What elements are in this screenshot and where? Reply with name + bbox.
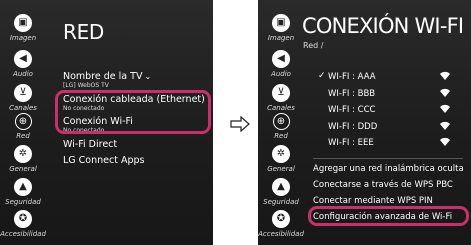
category-label: General (9, 165, 37, 173)
divider (313, 158, 463, 159)
gear-icon: ✲ (14, 145, 32, 163)
category-label: Red (274, 132, 288, 140)
add-hidden-network-button[interactable]: Agregar una red inalámbrica oculta (313, 164, 464, 174)
speaker-icon: ◀ (14, 50, 32, 68)
category-red[interactable]: ⊕ Red (0, 113, 46, 140)
highlight-frame (55, 90, 211, 134)
tv-name-label: Nombre de la TV (63, 71, 143, 82)
category-accesibilidad[interactable]: ✪ Accesibilidad (258, 210, 304, 238)
category-rail: ▣ Imagen ◀ Audio ⊻ Canales ⊕ Red ✲ Gener… (258, 0, 304, 245)
category-accesibilidad[interactable]: ✪ Accesibilidad (0, 210, 46, 238)
network-name: WI-FI : EEE (328, 138, 374, 148)
category-red[interactable]: ⊕ Red (258, 113, 304, 140)
menu-item-label: Wi-Fi Direct (63, 139, 118, 150)
network-name: WI-FI : CCC (328, 105, 376, 115)
wifi-signal-icon (440, 121, 450, 131)
category-label: General (267, 165, 295, 173)
network-name: WI-FI : AAA (328, 72, 376, 82)
category-label: Accesibilidad (258, 230, 304, 238)
category-canales[interactable]: ⊻ Canales (0, 84, 46, 112)
category-imagen[interactable]: ▣ Imagen (0, 14, 46, 42)
category-audio[interactable]: ◀ Audio (258, 50, 304, 78)
category-label: Canales (9, 104, 37, 112)
category-label: Imagen (267, 34, 295, 42)
wifi-signal-icon (440, 71, 450, 81)
wifi-signal-icon (440, 104, 450, 114)
menu-item-wifi-direct[interactable]: Wi-Fi Direct (63, 139, 117, 150)
settings-screen-wifi: ▣ Imagen ◀ Audio ⊻ Canales ⊕ Red ✲ Gener… (258, 0, 471, 245)
arrow-right-icon (230, 116, 250, 132)
category-label: Imagen (9, 34, 37, 42)
chevron-down-icon: ⌄ (144, 72, 152, 81)
check-icon: ✓ (318, 71, 326, 81)
lock-icon: ▲ (14, 178, 32, 196)
menu-item-lg-connect-apps[interactable]: LG Connect Apps (63, 155, 144, 166)
breadcrumb: Red / (303, 41, 324, 50)
network-icon: ⊕ (14, 113, 32, 130)
category-label: Audio (13, 70, 33, 78)
wps-pbc-button[interactable]: Conectarse a través de WPS PBC (313, 180, 453, 190)
network-item[interactable]: WI-FI : DDD (318, 121, 458, 135)
network-item[interactable]: WI-FI : BBB (318, 88, 458, 102)
highlight-frame (308, 206, 469, 226)
page-title: RED (63, 20, 105, 44)
category-label: Canales (267, 104, 295, 112)
picture-icon: ▣ (272, 14, 290, 32)
gear-icon: ✲ (272, 145, 290, 163)
wps-pin-button[interactable]: Conectar mediante WPS PIN (313, 196, 433, 206)
network-icon: ⊕ (272, 113, 290, 130)
antenna-icon: ⊻ (272, 84, 290, 102)
category-general[interactable]: ✲ General (0, 145, 46, 173)
picture-icon: ▣ (14, 14, 32, 32)
speaker-icon: ◀ (272, 50, 290, 68)
page-title: CONEXIÓN WI-FI (302, 14, 464, 38)
menu-item-label: Nombre de la TV ⌄ (63, 71, 151, 82)
category-label: Accesibilidad (0, 230, 46, 238)
menu-item-label: LG Connect Apps (63, 155, 145, 166)
category-canales[interactable]: ⊻ Canales (258, 84, 304, 112)
category-label: Red (16, 132, 30, 140)
category-label: Audio (271, 70, 291, 78)
category-seguridad[interactable]: ▲ Seguridad (0, 178, 46, 206)
wifi-signal-icon (440, 88, 450, 98)
wifi-signal-icon (440, 137, 450, 147)
category-rail: ▣ Imagen ◀ Audio ⊻ Canales ⊕ Red ✲ Gener… (0, 0, 46, 245)
category-imagen[interactable]: ▣ Imagen (258, 14, 304, 42)
category-general[interactable]: ✲ General (258, 145, 304, 173)
lock-icon: ▲ (272, 178, 290, 196)
accessibility-icon: ✪ (14, 210, 32, 228)
settings-screen-red: ▣ Imagen ◀ Audio ⊻ Canales ⊕ Red ✲ Gener… (0, 0, 213, 245)
network-item[interactable]: WI-FI : EEE (318, 137, 458, 151)
network-item[interactable]: WI-FI : CCC (318, 104, 458, 118)
category-label: Seguridad (263, 198, 299, 206)
category-label: Seguridad (5, 198, 41, 206)
network-name: WI-FI : BBB (328, 89, 376, 99)
menu-item-tv-name[interactable]: Nombre de la TV ⌄ [LG] WebOS TV (63, 71, 151, 89)
antenna-icon: ⊻ (14, 84, 32, 102)
network-item[interactable]: ✓ WI-FI : AAA (318, 71, 458, 85)
category-audio[interactable]: ◀ Audio (0, 50, 46, 78)
accessibility-icon: ✪ (272, 210, 290, 228)
network-name: WI-FI : DDD (328, 122, 378, 132)
menu-item-sub: [LG] WebOS TV (63, 82, 109, 89)
category-seguridad[interactable]: ▲ Seguridad (258, 178, 304, 206)
